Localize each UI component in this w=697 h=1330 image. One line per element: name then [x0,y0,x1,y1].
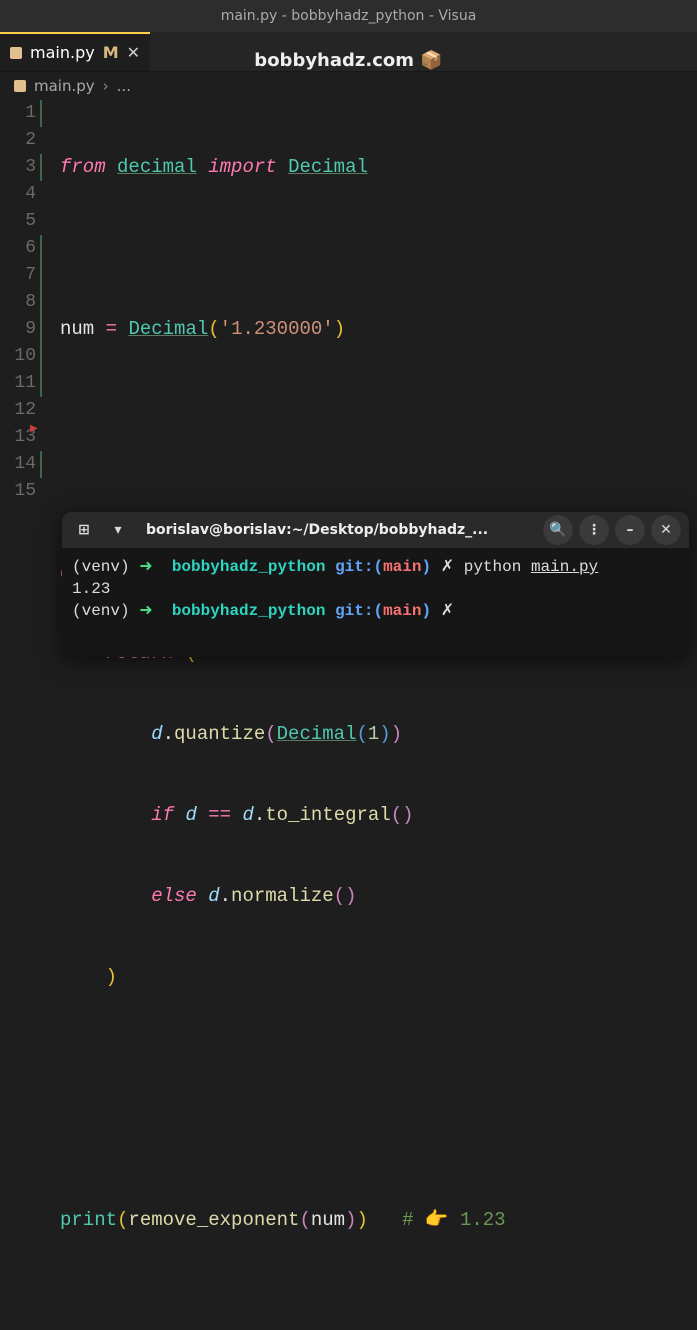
search-icon[interactable]: 🔍 [543,515,573,545]
python-file-icon [10,47,22,59]
terminal-dropdown-icon[interactable]: ▾ [104,517,132,543]
minimize-icon[interactable]: – [615,515,645,545]
tab-main-py[interactable]: main.py M ✕ [0,32,150,71]
terminal-output[interactable]: (venv) ➜ bobbyhadz_python git:(main) ✗ p… [62,548,689,630]
menu-icon[interactable]: ⋮ [579,515,609,545]
window-title-bar: main.py - bobbyhadz_python - Visua [0,0,697,32]
chevron-right-icon: › [103,77,109,95]
editor-tabs: main.py M ✕ [0,32,697,72]
line-number-gutter: 123 456 789 101112 131415 [0,100,40,665]
breadcrumb-rest: ... [117,77,131,95]
python-file-icon [14,80,26,92]
breadcrumb-file: main.py [34,77,95,95]
breadcrumb[interactable]: main.py › ... [0,72,697,100]
terminal-header: ⊞ ▾ borislav@borislav:~/Desktop/bobbyhad… [62,512,689,548]
tab-close-icon[interactable]: ✕ [127,43,140,62]
terminal-new-tab-icon[interactable]: ⊞ [70,517,98,543]
tab-modified-indicator: M [103,43,119,62]
terminal-panel: ⊞ ▾ borislav@borislav:~/Desktop/bobbyhad… [62,512,689,657]
terminal-title: borislav@borislav:~/Desktop/bobbyhadz_..… [138,522,537,538]
tab-filename: main.py [30,43,95,62]
close-icon[interactable]: ✕ [651,515,681,545]
fold-marker-icon[interactable]: ▶ [30,423,38,435]
window-title: main.py - bobbyhadz_python - Visua [221,8,477,24]
